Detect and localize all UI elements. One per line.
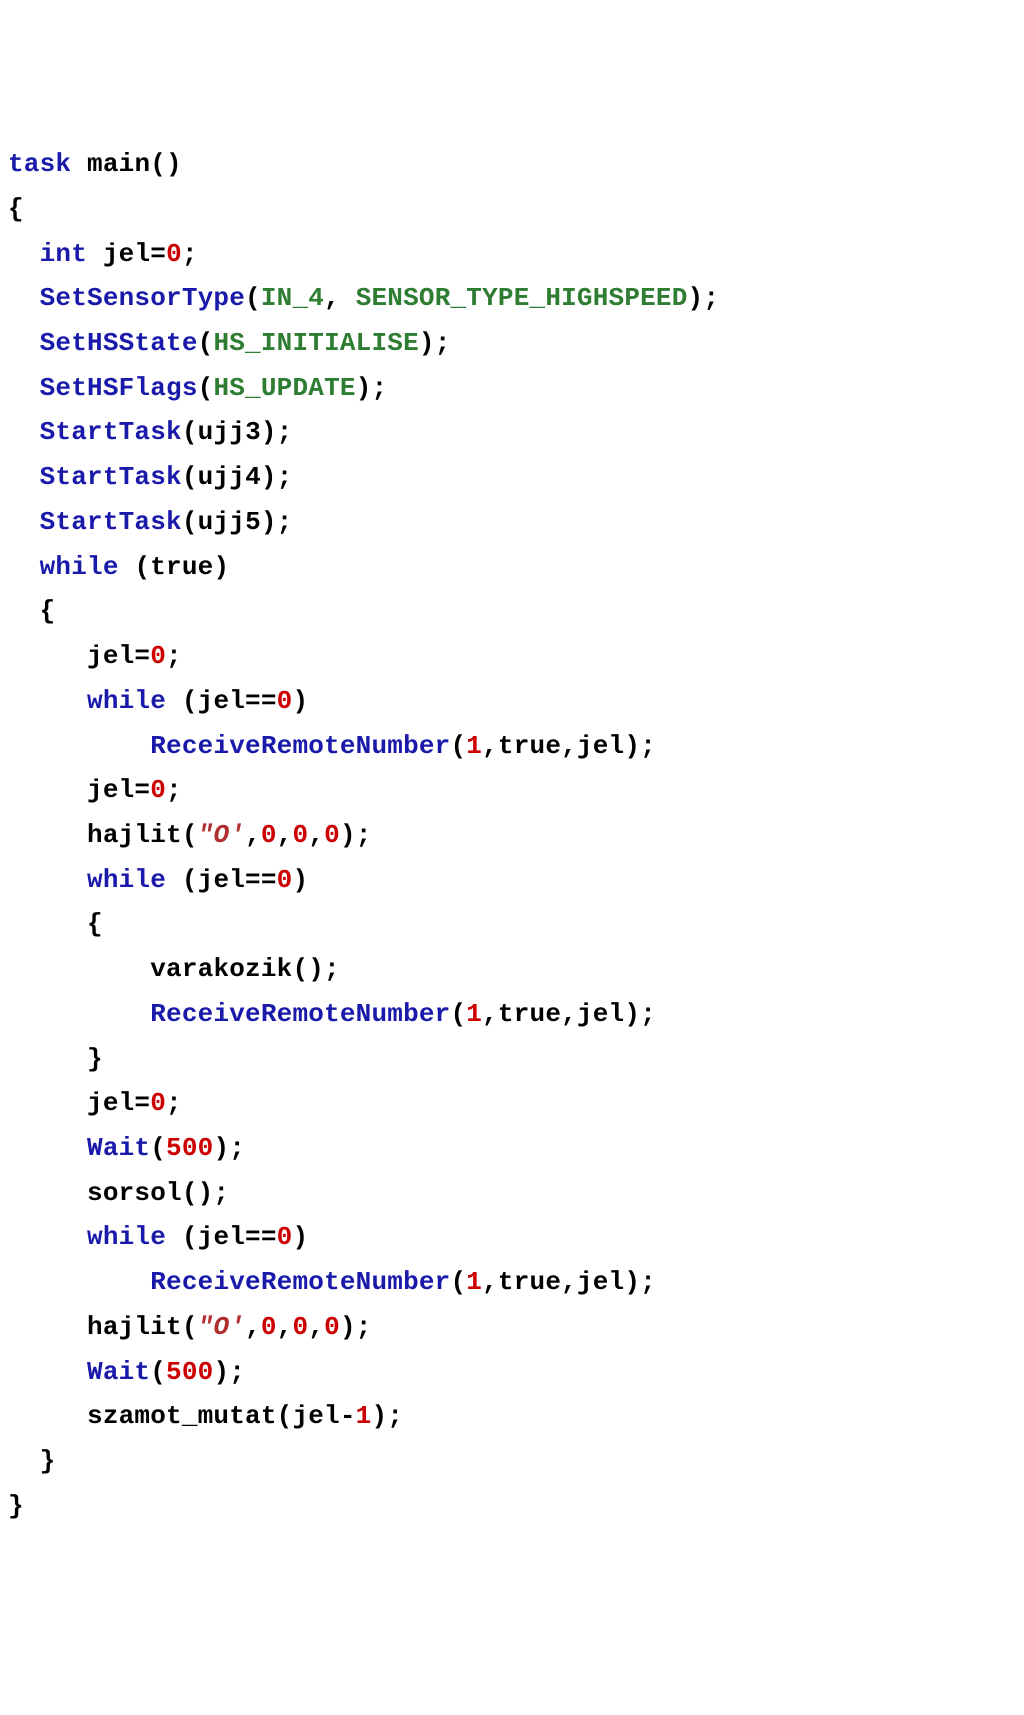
code-line: } bbox=[8, 1044, 103, 1074]
code-line: SetHSFlags(HS_UPDATE); bbox=[8, 373, 387, 403]
code-line: SetSensorType(IN_4, SENSOR_TYPE_HIGHSPEE… bbox=[8, 283, 719, 313]
code-line: ReceiveRemoteNumber(1,true,jel); bbox=[8, 999, 656, 1029]
code-line: szamot_mutat(jel-1); bbox=[8, 1401, 403, 1431]
code-line: { bbox=[8, 194, 24, 224]
code-line: StartTask(ujj4); bbox=[8, 462, 292, 492]
func-name: main bbox=[87, 149, 150, 179]
builtin-wait: Wait bbox=[87, 1133, 150, 1163]
code-line: StartTask(ujj3); bbox=[8, 417, 292, 447]
code-line: Wait(500); bbox=[8, 1133, 245, 1163]
code-line: varakozik(); bbox=[8, 954, 340, 984]
code-line: sorsol(); bbox=[8, 1178, 229, 1208]
code-line: while (jel==0) bbox=[8, 1222, 308, 1252]
code-line: while (true) bbox=[8, 552, 229, 582]
code-line: SetHSState(HS_INITIALISE); bbox=[8, 328, 451, 358]
code-line: task main() bbox=[8, 149, 182, 179]
code-line: } bbox=[8, 1491, 24, 1521]
code-line: while (jel==0) bbox=[8, 686, 308, 716]
builtin-setsensortype: SetSensorType bbox=[40, 283, 245, 313]
keyword-while: while bbox=[40, 552, 119, 582]
code-line: jel=0; bbox=[8, 775, 182, 805]
code-line: } bbox=[8, 1446, 55, 1476]
code-line: jel=0; bbox=[8, 641, 182, 671]
code-line: while (jel==0) bbox=[8, 865, 308, 895]
code-line: jel=0; bbox=[8, 1088, 182, 1118]
code-line: StartTask(ujj5); bbox=[8, 507, 292, 537]
code-line: Wait(500); bbox=[8, 1357, 245, 1387]
builtin-sethsflags: SetHSFlags bbox=[40, 373, 198, 403]
code-line: hajlit("O',0,0,0); bbox=[8, 1312, 372, 1342]
code-block: task main() { int jel=0; SetSensorType(I… bbox=[8, 142, 1016, 1528]
code-line: ReceiveRemoteNumber(1,true,jel); bbox=[8, 731, 656, 761]
code-line: int jel=0; bbox=[8, 239, 198, 269]
builtin-receiveremotenumber: ReceiveRemoteNumber bbox=[150, 731, 450, 761]
builtin-sethsstate: SetHSState bbox=[40, 328, 198, 358]
code-line: ReceiveRemoteNumber(1,true,jel); bbox=[8, 1267, 656, 1297]
keyword-int: int bbox=[40, 239, 87, 269]
keyword-task: task bbox=[8, 149, 71, 179]
code-line: { bbox=[8, 596, 55, 626]
code-line: { bbox=[8, 909, 103, 939]
builtin-starttask: StartTask bbox=[40, 417, 182, 447]
code-line: hajlit("O',0,0,0); bbox=[8, 820, 372, 850]
